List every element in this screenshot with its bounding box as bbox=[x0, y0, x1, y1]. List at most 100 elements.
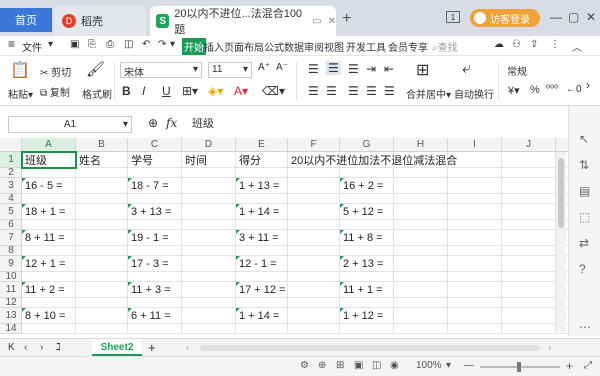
cell-h14[interactable] bbox=[394, 324, 448, 333]
cell-c9[interactable]: 17 - 3 = bbox=[128, 256, 182, 271]
cell-d5[interactable] bbox=[182, 204, 236, 219]
cell-a13[interactable]: 8 + 10 = bbox=[22, 308, 76, 323]
style-icon[interactable]: ▤ bbox=[579, 184, 590, 198]
sheet-tab-sheet2[interactable]: Sheet2 bbox=[92, 339, 142, 356]
cell-b13[interactable] bbox=[76, 308, 128, 323]
cell-d6[interactable] bbox=[182, 220, 236, 229]
cell-i5[interactable] bbox=[448, 204, 502, 219]
export-pdf-icon[interactable]: ⎘ bbox=[88, 39, 96, 50]
share-icon[interactable]: ⇪ bbox=[530, 39, 538, 50]
tab-docer[interactable]: D 稻壳 bbox=[54, 6, 146, 36]
cell-g10[interactable] bbox=[340, 272, 394, 281]
cell-f9[interactable] bbox=[288, 256, 340, 271]
tab-review[interactable]: 审阅 bbox=[304, 39, 324, 54]
clear-format-icon[interactable]: ⌫▾ bbox=[262, 84, 285, 98]
cut-button[interactable]: ✂ 剪切 bbox=[40, 64, 71, 79]
cell-f8[interactable] bbox=[288, 246, 340, 255]
indent-icon[interactable]: ⇥ bbox=[366, 62, 376, 76]
view-page-icon[interactable]: ▣ bbox=[354, 360, 363, 371]
fill-color-icon[interactable]: ◈▾ bbox=[208, 84, 223, 98]
cell-e14[interactable] bbox=[236, 324, 288, 333]
cell-c14[interactable] bbox=[128, 324, 182, 333]
cell-a2[interactable] bbox=[22, 168, 76, 177]
paste-button[interactable]: 粘贴▾ bbox=[8, 86, 33, 101]
row-header-9[interactable]: 9 bbox=[0, 256, 22, 272]
cell-a10[interactable] bbox=[22, 272, 76, 281]
cell-c3[interactable]: 18 - 7 = bbox=[128, 178, 182, 193]
row-header-8[interactable]: 8 bbox=[0, 246, 22, 256]
distributed-icon[interactable]: ☰ bbox=[384, 84, 395, 98]
cell-i12[interactable] bbox=[448, 298, 502, 307]
cell-g13[interactable]: 1 + 12 = bbox=[340, 308, 394, 323]
row-header-1[interactable]: 1 bbox=[0, 152, 22, 168]
column-header-g[interactable]: G bbox=[340, 138, 394, 152]
cell-c2[interactable] bbox=[128, 168, 182, 177]
cell-i9[interactable] bbox=[448, 256, 502, 271]
tab-start[interactable]: 开始 bbox=[182, 38, 206, 55]
cell-e9[interactable]: 12 - 1 = bbox=[236, 256, 288, 271]
help-icon[interactable]: ? bbox=[579, 262, 586, 276]
cell-h7[interactable] bbox=[394, 230, 448, 245]
tab-document[interactable]: S 20以内不进位...法混合100题 ▭ ✕ bbox=[150, 6, 336, 36]
toolbox-icon[interactable]: ⬚ bbox=[579, 210, 590, 224]
cell-a3[interactable]: 16 - 5 = bbox=[22, 178, 76, 193]
tab-formula[interactable]: 公式 bbox=[264, 39, 284, 54]
tab-page-layout[interactable]: 页面布局 bbox=[224, 39, 264, 54]
thousands-icon[interactable]: ⁰⁰⁰ bbox=[546, 84, 558, 95]
cell-a7[interactable]: 8 + 11 = bbox=[22, 230, 76, 245]
collapse-ribbon-icon[interactable]: ︿ bbox=[572, 39, 582, 54]
cell-b4[interactable] bbox=[76, 194, 128, 203]
panel-settings-icon[interactable]: ⋯ bbox=[579, 320, 591, 334]
cell-d14[interactable] bbox=[182, 324, 236, 333]
cell-i6[interactable] bbox=[448, 220, 502, 229]
cell-f10[interactable] bbox=[288, 272, 340, 281]
tab-member[interactable]: 会员专享 bbox=[388, 39, 428, 54]
cell-j9[interactable] bbox=[502, 256, 556, 271]
cell-f3[interactable] bbox=[288, 178, 340, 193]
zoom-search-icon[interactable]: ⊕ bbox=[148, 116, 158, 130]
zoom-level[interactable]: 100% bbox=[416, 360, 442, 371]
cell-e12[interactable] bbox=[236, 298, 288, 307]
currency-button[interactable]: ¥▾ bbox=[508, 84, 520, 97]
zoom-in-button[interactable]: + bbox=[566, 359, 573, 373]
cell-i14[interactable] bbox=[448, 324, 502, 333]
cell-h11[interactable] bbox=[394, 282, 448, 297]
increase-font-icon[interactable]: A⁺ bbox=[258, 62, 270, 73]
row-header-11[interactable]: 11 bbox=[0, 282, 22, 298]
cell-h10[interactable] bbox=[394, 272, 448, 281]
cell-b9[interactable] bbox=[76, 256, 128, 271]
percent-button[interactable]: % bbox=[530, 84, 540, 96]
align-top-icon[interactable]: ☰ bbox=[308, 62, 319, 76]
cell-d3[interactable] bbox=[182, 178, 236, 193]
status-settings-icon[interactable]: ⚙ bbox=[300, 360, 309, 371]
cell-f5[interactable] bbox=[288, 204, 340, 219]
cell-e1[interactable]: 得分 bbox=[236, 152, 288, 167]
cell-c10[interactable] bbox=[128, 272, 182, 281]
fullscreen-icon[interactable]: ⤢ bbox=[584, 360, 592, 371]
border-icon[interactable]: ⊞▾ bbox=[182, 84, 198, 98]
zoom-out-button[interactable]: — bbox=[464, 360, 474, 371]
column-header-h[interactable]: H bbox=[394, 138, 448, 152]
cell-b12[interactable] bbox=[76, 298, 128, 307]
column-header-f[interactable]: F bbox=[288, 138, 340, 152]
cell-g12[interactable] bbox=[340, 298, 394, 307]
cell-b6[interactable] bbox=[76, 220, 128, 229]
cell-d9[interactable] bbox=[182, 256, 236, 271]
cell-j4[interactable] bbox=[502, 194, 556, 203]
new-tab-button[interactable]: + bbox=[342, 10, 351, 28]
row-header-6[interactable]: 6 bbox=[0, 220, 22, 230]
fx-button[interactable]: fx bbox=[166, 116, 177, 130]
bold-button[interactable]: B bbox=[122, 84, 131, 98]
cell-d13[interactable] bbox=[182, 308, 236, 323]
zoom-dropdown-icon[interactable]: ▾ bbox=[446, 360, 451, 371]
maximize-button[interactable]: ▢ bbox=[568, 10, 579, 24]
eye-protection-icon[interactable]: ◉ bbox=[390, 360, 399, 371]
quick-access-more-icon[interactable]: ▾ bbox=[170, 39, 175, 50]
column-header-c[interactable]: C bbox=[128, 138, 182, 152]
cell-d7[interactable] bbox=[182, 230, 236, 245]
redo-icon[interactable]: ↷ bbox=[158, 39, 166, 50]
cell-h5[interactable] bbox=[394, 204, 448, 219]
name-box[interactable]: A1 ▾ bbox=[8, 116, 132, 133]
tab-insert[interactable]: 插入 bbox=[204, 39, 224, 54]
outdent-icon[interactable]: ⇤ bbox=[384, 62, 394, 76]
